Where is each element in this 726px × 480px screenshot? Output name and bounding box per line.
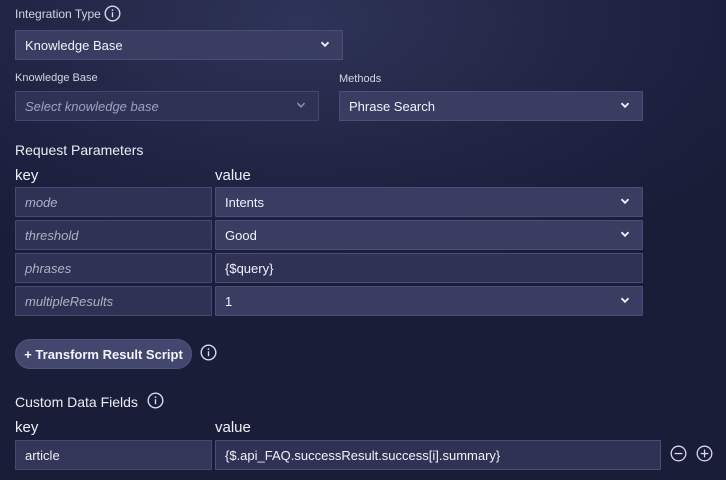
chevron-down-icon (619, 294, 631, 306)
integration-type-label: Integration Type (15, 7, 101, 21)
custom-key-text: article (25, 447, 60, 463)
param-value-select[interactable]: Intents (215, 187, 643, 217)
param-value-select[interactable]: Good (215, 220, 643, 250)
chevron-down-icon (619, 195, 631, 207)
key-column-header: key (15, 167, 39, 184)
param-key-field[interactable]: mode (15, 187, 212, 217)
param-key-field[interactable]: phrases (15, 253, 212, 283)
request-parameters-title: Request Parameters (15, 142, 144, 158)
chevron-down-icon (295, 99, 307, 111)
knowledge-base-label: Knowledge Base (15, 72, 98, 84)
info-icon[interactable] (104, 5, 121, 22)
chevron-down-icon (619, 228, 631, 240)
knowledge-base-placeholder: Select knowledge base (25, 98, 159, 114)
chevron-down-icon (619, 99, 631, 111)
transform-result-script-button[interactable]: + Transform Result Script (15, 339, 192, 369)
param-value-text: Good (225, 227, 257, 243)
param-key-text: phrases (25, 260, 72, 276)
custom-data-fields-title: Custom Data Fields (15, 394, 138, 410)
custom-value-text: {$.api_FAQ.successResult.success[i].summ… (225, 447, 501, 463)
key-column-header: key (15, 419, 39, 436)
param-value-text: Intents (225, 194, 265, 210)
methods-select[interactable]: Phrase Search (339, 91, 643, 121)
plus-circle-icon[interactable] (696, 445, 713, 462)
info-icon[interactable] (147, 392, 164, 409)
param-value-text: 1 (225, 293, 233, 309)
param-key-field[interactable]: threshold (15, 220, 212, 250)
value-column-header: value (215, 167, 251, 184)
transform-button-label: + Transform Result Script (24, 346, 183, 362)
minus-circle-icon[interactable] (670, 445, 687, 462)
param-value-text: {$query} (225, 260, 274, 276)
value-column-header: value (215, 419, 251, 436)
chevron-down-icon (319, 38, 331, 50)
methods-label: Methods (339, 73, 382, 85)
knowledge-base-select[interactable]: Select knowledge base (15, 91, 319, 121)
methods-value: Phrase Search (349, 98, 435, 114)
param-key-text: mode (25, 194, 58, 210)
integration-type-value: Knowledge Base (25, 37, 123, 53)
custom-key-input[interactable]: article (15, 440, 212, 470)
param-key-field[interactable]: multipleResults (15, 286, 212, 316)
param-key-text: threshold (25, 227, 79, 243)
param-value-select[interactable]: 1 (215, 286, 643, 316)
info-icon[interactable] (200, 344, 217, 361)
param-key-text: multipleResults (25, 293, 114, 309)
custom-value-input[interactable]: {$.api_FAQ.successResult.success[i].summ… (215, 440, 661, 470)
integration-type-select[interactable]: Knowledge Base (15, 30, 343, 60)
param-value-input[interactable]: {$query} (215, 253, 643, 283)
